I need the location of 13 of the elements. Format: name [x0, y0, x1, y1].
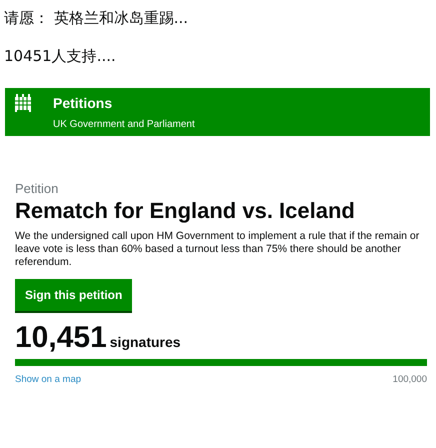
target-count: 100,000	[392, 374, 427, 385]
sign-button[interactable]: Sign this petition	[15, 279, 132, 313]
site-title[interactable]: Petitions	[53, 95, 112, 111]
caption-title: 请愿： 英格兰和冰岛重踢...	[3, 8, 188, 29]
page-label: Petition	[15, 181, 60, 196]
petition-title: Rematch for England vs. Iceland	[15, 198, 355, 224]
site-subtitle: UK Government and Parliament	[52, 119, 196, 130]
signature-label: signatures	[110, 334, 181, 350]
map-link[interactable]: Show on a map	[15, 374, 82, 385]
supporter-count: 10451人支持....	[3, 46, 116, 67]
portcullis-icon	[15, 94, 31, 112]
signature-count: 10,451	[15, 323, 107, 353]
petition-text: We the undersigned call upon HM Government to implement a rule that if the remain or leave vote is less than 60% based a turnout less than 75% there should be another referendum.	[15, 230, 420, 269]
